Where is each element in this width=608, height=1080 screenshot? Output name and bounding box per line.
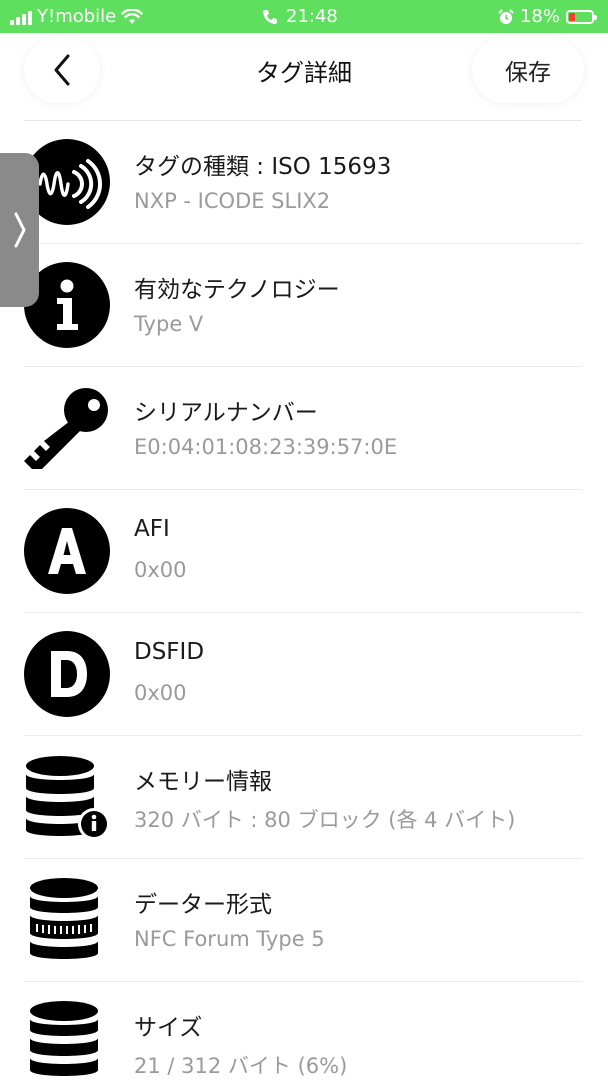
list-item-serial-number[interactable]: シリアルナンバー E0:04:01:08:23:39:57:0E [0, 367, 608, 490]
clock-label: 21:48 [286, 6, 338, 27]
chevron-right-icon [14, 212, 25, 248]
row-value: Type V [134, 312, 204, 336]
list-item-tag-type[interactable]: タグの種類 : ISO 15693 NXP - ICODE SLIX2 [0, 121, 608, 244]
side-panel-handle[interactable] [0, 153, 39, 307]
row-title: タグの種類 : ISO 15693 [134, 154, 392, 180]
list-item-technology[interactable]: 有効なテクノロジー Type V [0, 244, 608, 367]
save-button[interactable]: 保存 [472, 37, 584, 103]
nav-bar: タグ詳細 保存 [0, 33, 608, 121]
row-title: メモリー情報 [134, 769, 272, 795]
status-center: 21:48 [262, 6, 338, 27]
row-title: データー形式 [134, 892, 272, 918]
tag-detail-list: タグの種類 : ISO 15693 NXP - ICODE SLIX2 有効なテ… [0, 121, 608, 1080]
row-title: シリアルナンバー [134, 400, 318, 426]
list-item-data-format[interactable]: データー形式 NFC Forum Type 5 [0, 859, 608, 982]
database-icon [24, 1000, 110, 1080]
letter-d-icon [24, 631, 110, 717]
database-format-icon [24, 877, 110, 963]
status-right: 18% [498, 6, 597, 27]
row-title: AFI [134, 516, 170, 542]
list-item-dsfid[interactable]: DSFID 0x00 [0, 613, 608, 736]
database-info-icon [24, 754, 110, 840]
row-value: NXP - ICODE SLIX2 [134, 189, 331, 213]
battery-percent: 18% [519, 6, 560, 27]
row-title: 有効なテクノロジー [134, 277, 340, 303]
list-item-size[interactable]: サイズ 21 / 312 バイト (6%) [0, 982, 608, 1080]
status-bar: Y!mobile 21:48 18% [0, 0, 608, 33]
list-item-memory-info[interactable]: メモリー情報 320 バイト : 80 ブロック (各 4 バイト) [0, 736, 608, 859]
signal-icon [10, 9, 32, 25]
battery-icon [566, 9, 597, 24]
row-value: 21 / 312 バイト (6%) [134, 1054, 348, 1078]
row-value: NFC Forum Type 5 [134, 927, 325, 951]
row-value: 0x00 [134, 558, 187, 582]
carrier-label: Y!mobile [37, 6, 117, 27]
wifi-icon [121, 8, 143, 24]
phone-icon [263, 9, 277, 24]
key-icon [24, 385, 110, 471]
row-value: 320 バイト : 80 ブロック (各 4 バイト) [134, 808, 516, 832]
row-title: サイズ [134, 1015, 203, 1041]
letter-a-icon [24, 508, 110, 594]
alarm-icon [498, 8, 514, 24]
row-title: DSFID [134, 639, 205, 665]
status-left: Y!mobile [10, 6, 143, 27]
row-value: 0x00 [134, 681, 187, 705]
list-item-afi[interactable]: AFI 0x00 [0, 490, 608, 613]
row-value: E0:04:01:08:23:39:57:0E [134, 435, 398, 459]
